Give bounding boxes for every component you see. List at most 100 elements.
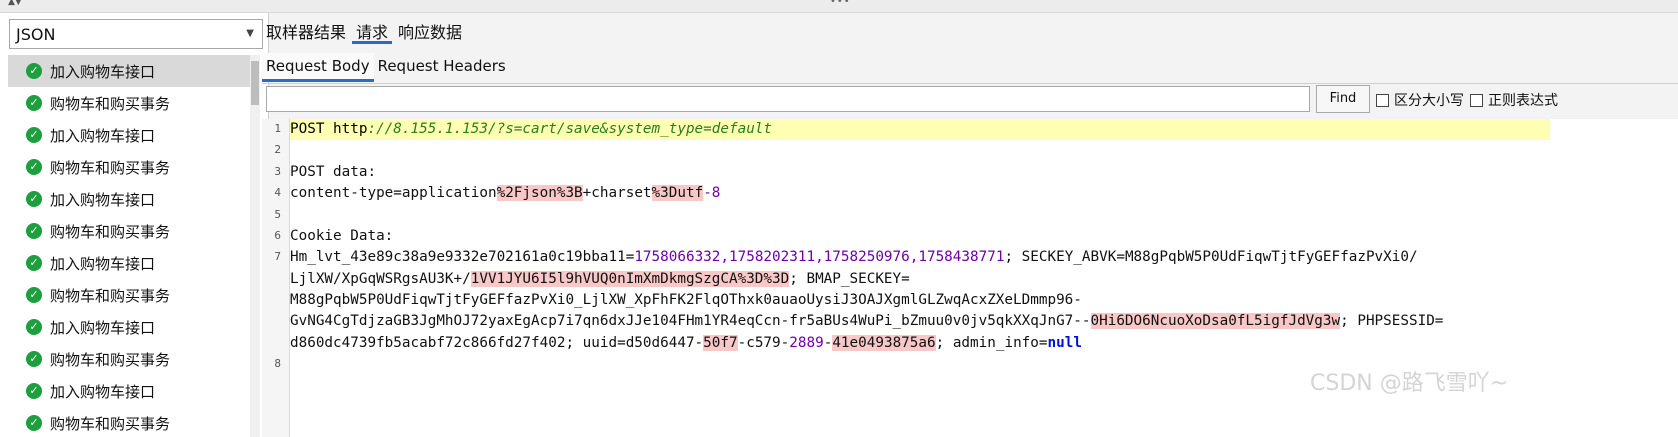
- watermark: CSDN @路飞雪吖~: [1310, 371, 1509, 396]
- line-number: 5: [274, 208, 281, 221]
- code-token: -c579-: [737, 335, 790, 351]
- regex-label: 正则表达式: [1488, 93, 1558, 109]
- top-splitter-bar[interactable]: ▲▼ •••: [0, 0, 1678, 13]
- success-check-icon: ✓: [26, 351, 42, 367]
- code-token-null: null: [1047, 335, 1082, 351]
- tree-item-label: 加入购物车接口: [50, 382, 156, 401]
- code-token-number: 2889: [789, 335, 824, 351]
- search-input[interactable]: [266, 86, 1310, 112]
- line-number: 1: [274, 122, 281, 135]
- splitter-grip-icon[interactable]: •••: [830, 0, 851, 7]
- code-token: ; PHPSESSID=: [1340, 313, 1444, 329]
- tree-item-label: 购物车和购买事务: [50, 414, 171, 433]
- code-token: d860dc4739fb5acabf72c866fd27f402; uuid=d…: [290, 335, 704, 351]
- http-method: POST http: [290, 121, 368, 137]
- code-token: Hm_lvt_43e89c38a9e9332e702161a0c19bba11=: [290, 249, 635, 265]
- case-sensitive-checkbox[interactable]: [1376, 93, 1389, 107]
- tree-item[interactable]: ✓ 购物车和购买事务: [8, 151, 250, 183]
- success-check-icon: ✓: [26, 63, 42, 79]
- regex-option[interactable]: 正则表达式: [1470, 90, 1558, 110]
- case-sensitive-option[interactable]: 区分大小写: [1376, 90, 1464, 110]
- tree-item-label: 加入购物车接口: [50, 62, 156, 81]
- tab-request-headers[interactable]: Request Headers: [374, 53, 510, 82]
- code-token-highlight: 41e0493875a6: [832, 335, 936, 351]
- tree-item-label: 加入购物车接口: [50, 126, 156, 145]
- format-select-value: JSON: [16, 25, 56, 44]
- tree-item[interactable]: ✓ 购物车和购买事务: [8, 343, 250, 375]
- tab-request[interactable]: 请求: [352, 16, 393, 44]
- success-check-icon: ✓: [26, 159, 42, 175]
- code-token-highlight: 50f7: [703, 335, 738, 351]
- tree-item-label: 加入购物车接口: [50, 318, 156, 337]
- line-number: 3: [274, 165, 281, 178]
- code-token: ; BMAP_SECKEY=: [789, 271, 910, 287]
- format-select[interactable]: JSON ▼: [9, 19, 263, 49]
- tree-item-label: 购物车和购买事务: [50, 222, 171, 241]
- code-token: GvNG4CgTdjzaGB3JgMhOJ72yaxEgAcp7i7qn6dxJ…: [290, 313, 1091, 329]
- tree-item[interactable]: ✓ 购物车和购买事务: [8, 215, 250, 247]
- tree-item[interactable]: ✓ 加入购物车接口: [8, 119, 250, 151]
- code-line-7b: LjlXW/XpGqWSRgsAU3K+/1VV1JYU6I5l9hVUQ0nI…: [290, 269, 910, 290]
- tree-item[interactable]: ✓ 购物车和购买事务: [8, 407, 250, 437]
- code-line-7a: Hm_lvt_43e89c38a9e9332e702161a0c19bba11=…: [290, 247, 1418, 268]
- success-check-icon: ✓: [26, 383, 42, 399]
- find-button[interactable]: Find: [1316, 85, 1370, 113]
- tree-item[interactable]: ✓ 加入购物车接口: [8, 375, 250, 407]
- chevron-down-icon[interactable]: ▼: [246, 28, 254, 39]
- code-token-highlight: 1VV1JYU6I5l9hVUQ0nImXmDkmgSzgCA%3D%3D: [470, 271, 790, 287]
- code-line-3: POST data:: [290, 164, 377, 180]
- tree-item-label: 购物车和购买事务: [50, 350, 171, 369]
- tree-item-label: 购物车和购买事务: [50, 94, 171, 113]
- code-token-number: -8: [703, 185, 721, 201]
- line-number: 7: [274, 250, 281, 263]
- tree-item-label: 购物车和购买事务: [50, 286, 171, 305]
- success-check-icon: ✓: [26, 191, 42, 207]
- success-check-icon: ✓: [26, 223, 42, 239]
- code-token: ; SECKEY_ABVK=M88gPqbW5P0UdFiqwTjtFyGEFf…: [1004, 249, 1418, 265]
- code-token-highlight: %3Dutf: [651, 185, 704, 201]
- tab-response-data[interactable]: 响应数据: [394, 16, 466, 44]
- tree-item[interactable]: ✓ 加入购物车接口: [8, 247, 250, 279]
- search-bar: Find 区分大小写 正则表达式: [262, 83, 1678, 119]
- code-line-1: POST http://8.155.1.153/?s=cart/save&sys…: [290, 119, 1550, 140]
- tree-item[interactable]: ✓ 加入购物车接口: [8, 55, 250, 87]
- code-token: content-type=application: [290, 185, 497, 201]
- code-token-highlight: %2Fjson%3B: [496, 185, 583, 201]
- success-check-icon: ✓: [26, 287, 42, 303]
- code-line-7d: GvNG4CgTdjzaGB3JgMhOJ72yaxEgAcp7i7qn6dxJ…: [290, 311, 1443, 332]
- result-tabs: 取样器结果 请求 响应数据: [262, 16, 468, 48]
- success-check-icon: ✓: [26, 255, 42, 271]
- tab-request-body[interactable]: Request Body: [262, 53, 374, 82]
- success-check-icon: ✓: [26, 127, 42, 143]
- code-token: +charset: [582, 185, 652, 201]
- line-number: 4: [274, 186, 281, 199]
- tree-item[interactable]: ✓ 加入购物车接口: [8, 183, 250, 215]
- tree-scrollbar[interactable]: [250, 55, 260, 437]
- code-line-7e: d860dc4739fb5acabf72c866fd27f402; uuid=d…: [290, 333, 1082, 354]
- sampler-tree: ✓ 加入购物车接口 ✓ 购物车和购买事务 ✓ 加入购物车接口 ✓ 购物车和购买事务 ✓ 加…: [8, 55, 250, 437]
- code-line-4: content-type=application%2Fjson%3B+chars…: [290, 183, 720, 204]
- tab-sampler-result[interactable]: 取样器结果: [262, 16, 350, 44]
- code-token-highlight: 0Hi6DO6NcuoXoDsa0fL5igfJdVg3w: [1090, 313, 1341, 329]
- tree-item-label: 加入购物车接口: [50, 190, 156, 209]
- line-number: 6: [274, 229, 281, 242]
- scrollbar-thumb[interactable]: [251, 61, 259, 105]
- line-number: 8: [274, 357, 281, 370]
- request-url: ://8.155.1.153/?s=cart/save&system_type=…: [367, 121, 773, 137]
- success-check-icon: ✓: [26, 95, 42, 111]
- code-token-number: 1758066332,1758202311,1758250976,1758438…: [634, 249, 1005, 265]
- results-tree-panel: JSON ▼ ✓ 加入购物车接口 ✓ 购物车和购买事务 ✓ 加入购物车接口 ✓ 购物车和…: [0, 13, 269, 437]
- tree-item[interactable]: ✓ 购物车和购买事务: [8, 279, 250, 311]
- tree-item[interactable]: ✓ 加入购物车接口: [8, 311, 250, 343]
- tree-item-label: 加入购物车接口: [50, 254, 156, 273]
- line-number-gutter: 1 2 3 4 5 6 7 8: [262, 119, 290, 437]
- code-token: ; admin_info=: [935, 335, 1048, 351]
- code-token: LjlXW/XpGqWSRgsAU3K+/: [290, 271, 471, 287]
- tree-item-label: 购物车和购买事务: [50, 158, 171, 177]
- code-line-7c: M88gPqbW5P0UdFiqwTjtFyGEFfazPvXi0_LjlXW_…: [290, 292, 1082, 308]
- regex-checkbox[interactable]: [1470, 93, 1483, 107]
- success-check-icon: ✓: [26, 319, 42, 335]
- tree-item[interactable]: ✓ 购物车和购买事务: [8, 87, 250, 119]
- collapse-arrows-icon[interactable]: ▲▼: [8, 0, 22, 7]
- request-subtabs: Request Body Request Headers: [262, 53, 1678, 84]
